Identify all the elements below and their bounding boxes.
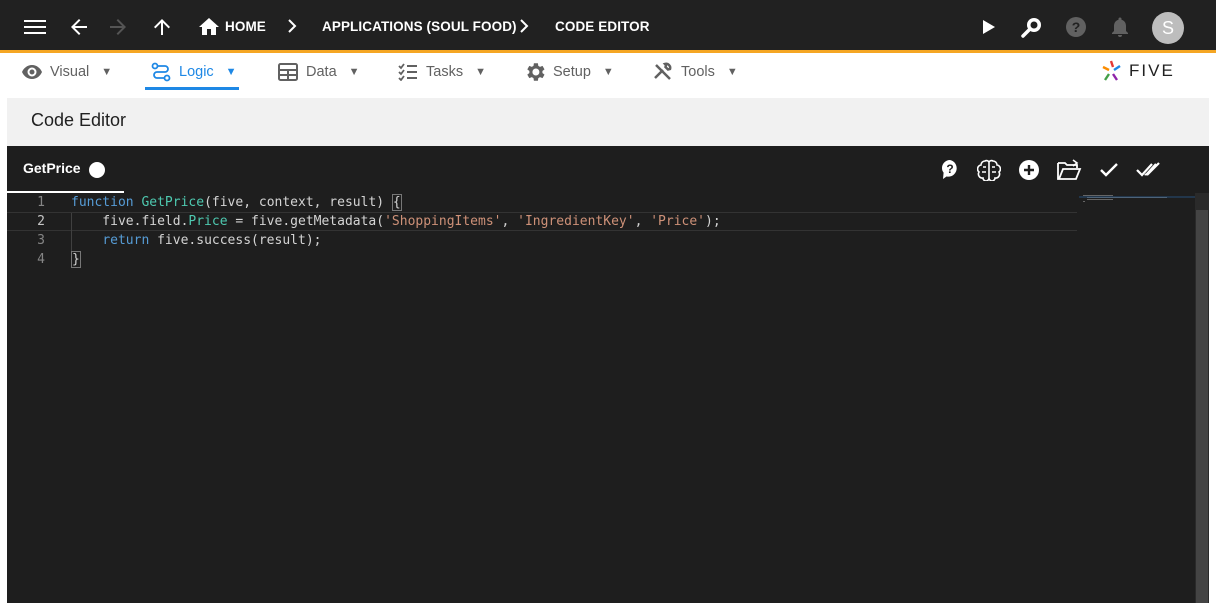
code-string: 'IngredientKey' — [517, 214, 635, 229]
active-menu-indicator — [145, 87, 239, 90]
editor-open-button[interactable] — [1056, 157, 1082, 183]
unsaved-dot-icon — [89, 162, 105, 178]
code-token: , — [501, 214, 518, 229]
five-logo: FIVE — [1099, 58, 1175, 84]
code-string: 'Price' — [650, 214, 706, 229]
code-line: 3 return five.success(result); — [7, 231, 1077, 250]
line-number: 3 — [37, 233, 45, 248]
chevron-down-icon: ▼ — [101, 66, 113, 78]
editor-ai-button[interactable] — [976, 157, 1002, 183]
menu-icon[interactable] — [22, 14, 48, 40]
editor-tab-getprice[interactable]: GetPrice — [7, 146, 124, 193]
menu-tasks-label: Tasks — [426, 64, 464, 80]
five-logo-text: FIVE — [1129, 61, 1175, 80]
code-function-name: GetPrice — [141, 195, 205, 210]
code-token: , — [634, 214, 651, 229]
chevron-down-icon: ▼ — [348, 66, 360, 78]
menu-logic[interactable]: Logic ▼ — [151, 53, 237, 91]
bell-icon[interactable] — [1107, 14, 1133, 40]
code-keyword: return — [102, 233, 150, 248]
editor-scrollbar-thumb[interactable] — [1196, 210, 1208, 603]
menu-data-label: Data — [306, 64, 337, 80]
code-params: (five, context, result) — [204, 195, 392, 210]
top-bar: HOME APPLICATIONS (SOUL FOOD) CODE EDITO… — [0, 0, 1216, 53]
home-icon[interactable] — [196, 14, 222, 40]
menu-logic-label: Logic — [179, 64, 214, 80]
code-line: 1 function GetPrice(five, context, resul… — [7, 193, 1077, 212]
search-icon[interactable] — [1019, 14, 1045, 40]
line-number: 1 — [37, 195, 45, 210]
chevron-down-icon: ▼ — [602, 66, 614, 78]
help-icon: ? — [942, 160, 957, 179]
chevron-right-icon — [516, 18, 532, 34]
checklist-icon — [398, 63, 417, 81]
code-brace: } — [71, 251, 81, 268]
code-token: five.field. — [71, 214, 189, 229]
logic-flow-icon — [151, 62, 171, 82]
menu-tools[interactable]: Tools ▼ — [653, 53, 738, 91]
brain-icon — [977, 159, 1001, 181]
breadcrumb-home[interactable]: HOME — [225, 0, 266, 53]
code-text: function GetPrice(five, context, result)… — [71, 194, 402, 211]
eye-icon — [22, 65, 42, 79]
chevron-down-icon: ▼ — [225, 66, 237, 78]
menu-tools-label: Tools — [681, 64, 715, 80]
code-line-current: 2 five.field.Price = five.getMetadata('S… — [7, 212, 1077, 231]
editor-help-button[interactable]: ? — [937, 157, 963, 183]
code-property: Price — [188, 214, 228, 229]
forward-arrow-icon — [105, 14, 131, 40]
page-title: Code Editor — [31, 110, 127, 130]
menu-visual[interactable]: Visual ▼ — [22, 53, 112, 91]
double-check-icon — [1136, 162, 1160, 177]
table-icon — [278, 63, 298, 81]
help-icon[interactable]: ? — [1063, 14, 1089, 40]
five-logo-icon — [1102, 60, 1121, 81]
main-menu-bar: Visual ▼ Logic ▼ Data ▼ Tasks ▼ Setup ▼ Tools… — [0, 53, 1216, 98]
menu-setup-label: Setup — [553, 64, 591, 80]
play-icon[interactable] — [976, 14, 1002, 40]
code-token: = five.getMetadata( — [227, 214, 385, 229]
chevron-right-icon — [284, 18, 300, 34]
gear-icon — [527, 63, 545, 81]
editor-add-button[interactable] — [1016, 157, 1042, 183]
avatar[interactable]: S — [1152, 12, 1184, 44]
code-token: ); — [705, 214, 721, 229]
code-string: 'ShoppingItems' — [384, 214, 502, 229]
editor-save-button[interactable] — [1096, 157, 1122, 183]
line-number: 4 — [37, 252, 45, 267]
code-text: five.field.Price = five.getMetadata('Sho… — [71, 214, 721, 229]
line-number: 2 — [37, 214, 45, 229]
back-arrow-icon[interactable] — [66, 14, 92, 40]
editor-tab-label: GetPrice — [23, 160, 81, 176]
indent-guide — [71, 213, 72, 251]
code-area[interactable]: 1 function GetPrice(five, context, resul… — [7, 193, 1077, 603]
menu-tasks[interactable]: Tasks ▼ — [398, 53, 486, 91]
svg-text:?: ? — [1072, 19, 1081, 35]
menu-data[interactable]: Data ▼ — [278, 53, 360, 91]
tools-icon — [654, 62, 672, 80]
code-token: five.success(result); — [149, 233, 322, 248]
add-icon — [1019, 160, 1039, 180]
check-icon — [1100, 163, 1118, 177]
svg-text:?: ? — [946, 162, 953, 176]
up-arrow-icon[interactable] — [149, 14, 175, 40]
code-text: return five.success(result); — [71, 233, 321, 248]
code-line: 4 } — [7, 250, 1077, 269]
code-brace: { — [391, 194, 402, 211]
menu-visual-label: Visual — [50, 64, 90, 80]
chevron-down-icon: ▼ — [475, 66, 486, 78]
open-folder-icon — [1057, 159, 1082, 180]
code-text: } — [71, 251, 81, 268]
chevron-down-icon: ▼ — [726, 66, 738, 78]
breadcrumb-code-editor: CODE EDITOR — [555, 19, 650, 34]
menu-setup[interactable]: Setup ▼ — [525, 53, 614, 91]
breadcrumb-applications[interactable]: APPLICATIONS (SOUL FOOD) — [322, 0, 517, 53]
code-keyword: function — [71, 195, 134, 210]
editor-save-all-button[interactable] — [1136, 157, 1162, 183]
code-minimap[interactable] — [1079, 193, 1195, 603]
